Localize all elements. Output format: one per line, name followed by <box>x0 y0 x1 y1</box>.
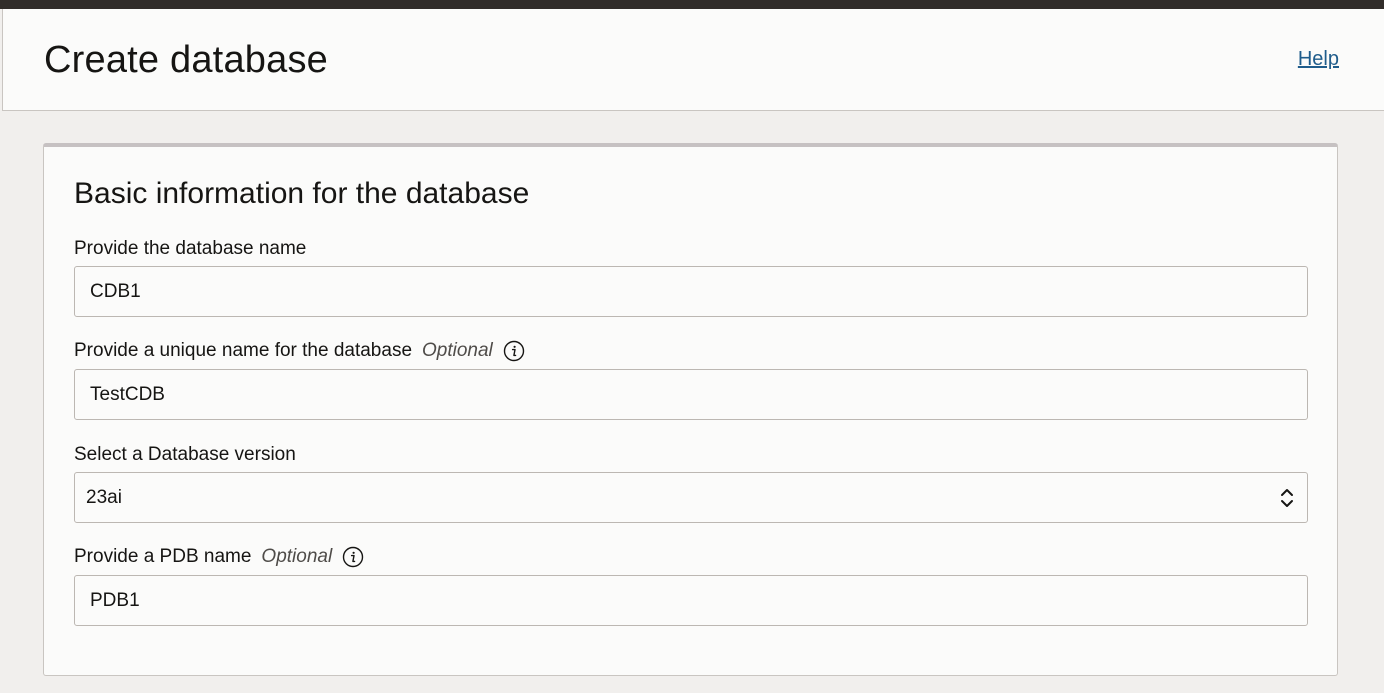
chevron-up-down-icon <box>1278 484 1296 512</box>
unique-name-label: Provide a unique name for the database O… <box>74 340 525 362</box>
pdb-name-label-text: Provide a PDB name <box>74 546 252 567</box>
db-version-label: Select a Database version <box>74 444 296 466</box>
pdb-name-input[interactable]: PDB1 <box>74 575 1308 626</box>
info-icon[interactable] <box>503 340 525 362</box>
db-name-value: CDB1 <box>90 280 141 302</box>
pdb-name-value: PDB1 <box>90 589 140 611</box>
db-version-select[interactable]: 23ai <box>74 472 1308 523</box>
info-icon[interactable] <box>342 546 364 568</box>
db-version-value: 23ai <box>86 486 122 508</box>
db-name-label: Provide the database name <box>74 238 306 260</box>
pdb-name-optional: Optional <box>261 546 333 567</box>
unique-name-input[interactable]: TestCDB <box>74 369 1308 420</box>
unique-name-label-text: Provide a unique name for the database <box>74 340 413 361</box>
page-title: Create database <box>44 39 328 81</box>
unique-name-optional: Optional <box>422 340 493 361</box>
db-name-input[interactable]: CDB1 <box>74 266 1308 317</box>
help-link[interactable]: Help <box>1298 48 1339 71</box>
page-header: Create database Help <box>2 9 1384 111</box>
pdb-name-label: Provide a PDB name Optional <box>74 546 364 568</box>
section-title: Basic information for the database <box>74 177 530 210</box>
unique-name-value: TestCDB <box>90 383 165 405</box>
db-name-label-text: Provide the database name <box>74 238 307 259</box>
db-version-label-text: Select a Database version <box>74 444 296 465</box>
basic-info-card: Basic information for the database Provi… <box>43 143 1338 676</box>
top-bar <box>0 0 1384 9</box>
